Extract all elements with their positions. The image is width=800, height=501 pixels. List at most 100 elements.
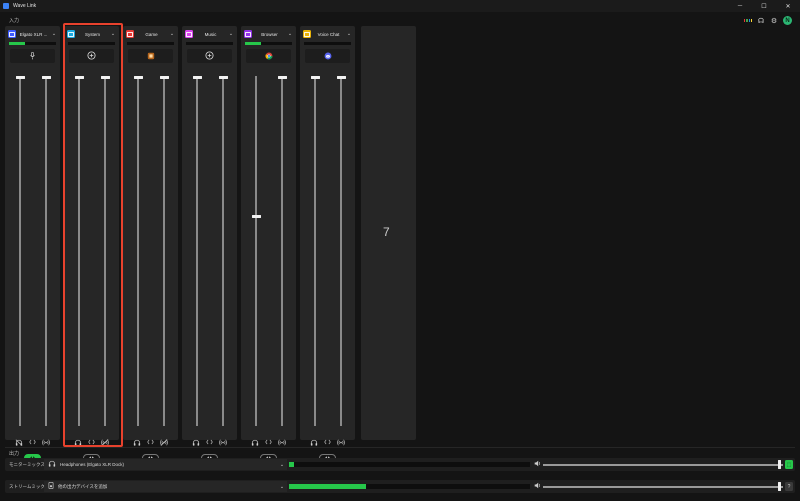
- channel-name: Browser: [261, 31, 278, 37]
- stream-fader-track[interactable]: [163, 76, 165, 426]
- broadcast-icon[interactable]: [337, 438, 345, 446]
- headset-icon[interactable]: ☊: [757, 17, 765, 25]
- chevron-down-icon[interactable]: ⌄: [346, 31, 352, 37]
- add-circle-icon: [205, 47, 214, 65]
- channel-color-icon: [244, 30, 252, 38]
- channel-level-meter: [9, 42, 56, 45]
- stream-fader-track[interactable]: [104, 76, 106, 426]
- monitor-fader-track[interactable]: [78, 76, 80, 426]
- channel-level-meter: [245, 42, 292, 45]
- empty-channel-slot[interactable]: 7: [361, 26, 416, 440]
- link-icon[interactable]: [264, 438, 272, 446]
- output-volume-thumb[interactable]: [777, 460, 781, 469]
- channel-level-meter: [68, 42, 115, 45]
- channel-strip: Elgato XLR ... ⌄: [5, 26, 60, 462]
- channel-source-button[interactable]: [128, 49, 173, 63]
- headphones-icon[interactable]: [251, 438, 259, 446]
- stream-fader-thumb[interactable]: [277, 76, 287, 79]
- channel-selector[interactable]: Music ⌄: [185, 29, 234, 39]
- volume-icon[interactable]: [534, 460, 541, 469]
- headphones-icon[interactable]: [74, 438, 82, 446]
- level-fill: [289, 462, 294, 467]
- headphones-icon[interactable]: [133, 438, 141, 446]
- output-device-select[interactable]: 他の出力デバイスを追加 ⌄: [44, 481, 287, 492]
- chevron-down-icon[interactable]: ⌄: [287, 31, 293, 37]
- stream-fader-track[interactable]: [340, 76, 342, 426]
- chevron-down-icon[interactable]: ⌄: [279, 462, 285, 468]
- chevron-down-icon[interactable]: ⌄: [228, 31, 234, 37]
- monitor-fader-track[interactable]: [137, 76, 139, 426]
- link-icon[interactable]: [205, 438, 213, 446]
- stream-fader-track[interactable]: [281, 76, 283, 426]
- channel-source-button[interactable]: [305, 49, 350, 63]
- close-button[interactable]: ✕: [776, 0, 800, 12]
- channel-source-button[interactable]: [187, 49, 232, 63]
- channel-name: Voice Chat: [317, 31, 340, 37]
- grid-square: [748, 19, 750, 22]
- stream-fader-thumb[interactable]: [159, 76, 169, 79]
- channel-name: Game: [145, 31, 158, 37]
- channel-selector[interactable]: Browser ⌄: [244, 29, 293, 39]
- output-volume-track[interactable]: [543, 464, 783, 466]
- stream-mute-icon[interactable]: [160, 438, 168, 446]
- monitor-fader-thumb[interactable]: [133, 76, 143, 79]
- channel-name: Elgato XLR ...: [19, 31, 48, 37]
- link-icon[interactable]: [87, 438, 95, 446]
- broadcast-icon[interactable]: [42, 438, 50, 446]
- user-avatar[interactable]: N: [783, 16, 792, 25]
- help-button[interactable]: ?: [785, 482, 793, 491]
- stream-fader-track[interactable]: [45, 76, 47, 426]
- monitor-mute-icon[interactable]: [15, 438, 23, 446]
- channel-source-button[interactable]: [246, 49, 291, 63]
- headphones-icon[interactable]: [192, 438, 200, 446]
- channel-control-row: [5, 438, 60, 446]
- stream-fader-thumb[interactable]: [41, 76, 51, 79]
- chevron-down-icon[interactable]: ⌄: [169, 31, 175, 37]
- broadcast-icon[interactable]: [219, 438, 227, 446]
- monitor-output-button[interactable]: ⬚: [785, 460, 793, 469]
- minimize-button[interactable]: ─: [728, 0, 752, 12]
- link-icon[interactable]: [146, 438, 154, 446]
- monitor-fader-track[interactable]: [255, 76, 257, 426]
- settings-gear-icon[interactable]: ⚙: [770, 17, 778, 25]
- channel-level-meter: [186, 42, 233, 45]
- monitor-fader-thumb[interactable]: [74, 76, 84, 79]
- chevron-down-icon[interactable]: ⌄: [51, 31, 57, 37]
- output-level-meter: [289, 484, 530, 489]
- link-icon[interactable]: [28, 438, 36, 446]
- channel-strip: Game ⌄: [123, 26, 178, 462]
- monitor-fader-thumb[interactable]: [310, 76, 320, 79]
- monitor-fader-track[interactable]: [196, 76, 198, 426]
- channel-control-row: [241, 438, 296, 446]
- monitor-fader-thumb[interactable]: [15, 76, 25, 79]
- level-fill: [9, 42, 26, 45]
- top-toolbar: ☊ ⚙ N: [744, 16, 792, 25]
- monitor-fader-track[interactable]: [314, 76, 316, 426]
- output-device-select[interactable]: Headphones (Elgato XLR Dock) ⌄: [44, 459, 287, 470]
- stream-fader-thumb[interactable]: [218, 76, 228, 79]
- monitor-fader-thumb[interactable]: [192, 76, 202, 79]
- stream-fader-thumb[interactable]: [336, 76, 346, 79]
- output-volume-thumb[interactable]: [777, 482, 781, 491]
- stream-fader-thumb[interactable]: [100, 76, 110, 79]
- monitor-fader-track[interactable]: [19, 76, 21, 426]
- monitor-fader-thumb[interactable]: [251, 214, 261, 218]
- broadcast-icon[interactable]: [278, 438, 286, 446]
- link-icon[interactable]: [323, 438, 331, 446]
- headphones-icon[interactable]: [310, 438, 318, 446]
- channel-selector[interactable]: Game ⌄: [126, 29, 175, 39]
- stream-fader-track[interactable]: [222, 76, 224, 426]
- channel-selector[interactable]: System ⌄: [67, 29, 116, 39]
- chevron-down-icon[interactable]: ⌄: [279, 484, 285, 490]
- chevron-down-icon[interactable]: ⌄: [110, 31, 116, 37]
- output-volume-track[interactable]: [543, 486, 783, 488]
- channel-selector[interactable]: Voice Chat ⌄: [303, 29, 352, 39]
- stream-mute-icon[interactable]: [101, 438, 109, 446]
- channel-selector[interactable]: Elgato XLR ... ⌄: [8, 29, 57, 39]
- channel-color-icon: [185, 30, 193, 38]
- maximize-button[interactable]: ☐: [752, 0, 776, 12]
- volume-icon[interactable]: [534, 482, 541, 491]
- marketplace-grid-icon[interactable]: [744, 17, 752, 25]
- channel-source-button[interactable]: [10, 49, 55, 63]
- channel-source-button[interactable]: [69, 49, 114, 63]
